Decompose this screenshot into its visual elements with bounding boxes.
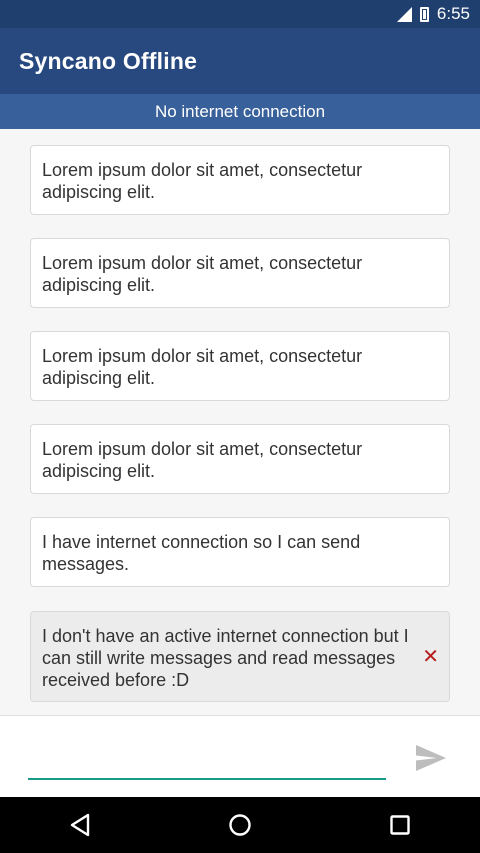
message-input[interactable]	[28, 742, 386, 780]
status-time: 6:55	[436, 4, 470, 23]
battery-icon	[419, 6, 429, 22]
message-card[interactable]: Lorem ipsum dolor sit amet, consectetur …	[30, 331, 450, 401]
send-icon	[416, 745, 446, 771]
app-title: Syncano Offline	[19, 47, 198, 74]
navigation-bar	[0, 797, 480, 853]
home-icon	[229, 814, 251, 836]
back-button[interactable]	[50, 797, 110, 853]
message-card[interactable]: Lorem ipsum dolor sit amet, consectetur …	[30, 145, 450, 215]
home-button[interactable]	[210, 797, 270, 853]
recents-button[interactable]	[370, 797, 430, 853]
message-text: I have internet connection so I can send…	[42, 532, 361, 574]
recents-icon	[390, 815, 410, 835]
app-bar: Syncano Offline	[0, 28, 480, 94]
error-icon[interactable]: ✕	[422, 647, 439, 667]
send-button[interactable]	[411, 738, 451, 778]
message-card[interactable]: Lorem ipsum dolor sit amet, consectetur …	[30, 424, 450, 494]
offline-banner-text: No internet connection	[154, 101, 326, 121]
message-text: Lorem ipsum dolor sit amet, consectetur …	[42, 346, 363, 388]
back-icon	[70, 813, 90, 837]
message-text: Lorem ipsum dolor sit amet, consectetur …	[42, 253, 363, 295]
message-card[interactable]: Lorem ipsum dolor sit amet, consectetur …	[30, 238, 450, 308]
message-card[interactable]: I have internet connection so I can send…	[30, 517, 450, 587]
message-text: Lorem ipsum dolor sit amet, consectetur …	[42, 160, 363, 202]
pending-message-card[interactable]: I don't have an active internet connecti…	[30, 611, 450, 702]
message-text: Lorem ipsum dolor sit amet, consectetur …	[42, 439, 363, 481]
message-list[interactable]: Lorem ipsum dolor sit amet, consectetur …	[0, 129, 480, 715]
offline-banner: No internet connection	[0, 94, 480, 129]
status-bar: 6:55	[0, 0, 480, 28]
signal-icon	[396, 6, 412, 22]
message-composer	[0, 715, 480, 797]
message-text: I don't have an active internet connecti…	[42, 626, 409, 690]
